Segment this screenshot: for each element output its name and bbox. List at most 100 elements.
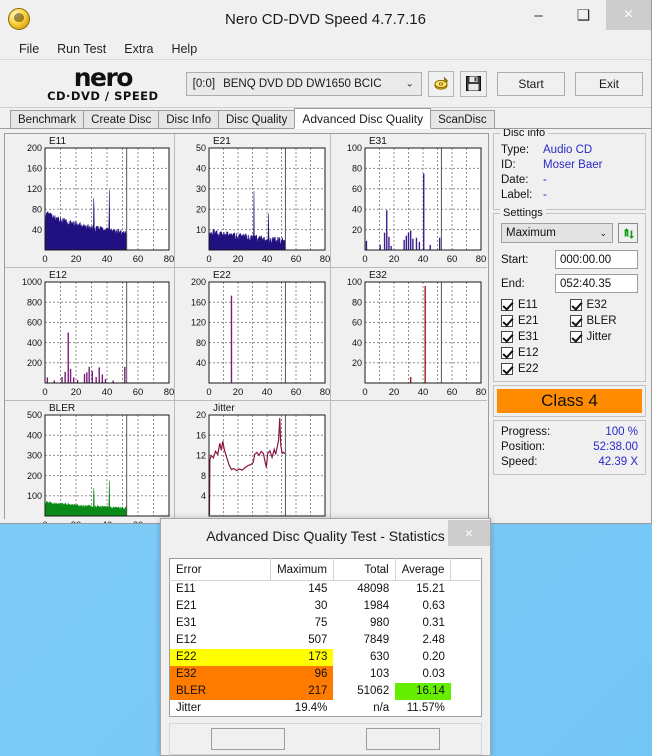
checkbox-e12[interactable]: E12 [501, 347, 570, 359]
svg-text:40: 40 [102, 520, 113, 523]
exit-button[interactable]: Exit [574, 71, 643, 96]
cell-maximum: 145 [308, 583, 328, 596]
tab-benchmark[interactable]: Benchmark [10, 110, 85, 128]
maximize-button[interactable]: ❑ [561, 0, 606, 30]
svg-text:0: 0 [362, 387, 367, 398]
status-value-speed: 42.39 X [598, 456, 638, 468]
start-input[interactable]: 000:00.00 [555, 250, 638, 269]
tab-disc-info[interactable]: Disc Info [158, 110, 219, 128]
column-header-average[interactable]: Average [395, 558, 452, 581]
cell-average: 0.63 [422, 600, 445, 612]
svg-text:0: 0 [362, 254, 367, 265]
checkbox-e22[interactable]: E22 [501, 363, 570, 375]
close-button[interactable]: × [606, 0, 651, 30]
status-row-speed: Speed: 42.39 X [501, 455, 638, 470]
tab-disc-quality[interactable]: Disc Quality [218, 110, 296, 128]
statistics-footer [169, 723, 482, 755]
end-input[interactable]: 052:40.35 [555, 274, 638, 293]
table-row[interactable]: BLER 217 51062 16.14 [169, 682, 482, 700]
chart-e32-plot: 20 40 60 80 100 0 20 40 60 80 [347, 277, 487, 398]
svg-text:12: 12 [196, 451, 206, 461]
status-badge: Class 4 [497, 389, 642, 413]
checkbox-e31[interactable]: E31 [501, 331, 570, 343]
svg-text:20: 20 [71, 520, 82, 523]
cell-error: Jitter [176, 701, 201, 714]
column-header-total[interactable]: Total [333, 558, 396, 581]
checkbox-label: E31 [518, 331, 539, 343]
cell-spacer [451, 581, 482, 598]
disc-info-value-id: Moser Baer [543, 159, 603, 171]
tab-advanced-disc-quality[interactable]: Advanced Disc Quality [294, 108, 432, 129]
table-row[interactable]: E12 507 7849 2.48 [170, 632, 482, 649]
checkbox-spacer [570, 347, 639, 359]
svg-text:40: 40 [352, 204, 362, 214]
table-row[interactable]: E32 96 103 0.03 [169, 665, 482, 683]
table-row[interactable]: E22 173 630 0.20 [169, 648, 482, 666]
cell-maximum: 217 [270, 682, 334, 700]
cell-spacer [451, 632, 482, 649]
svg-text:80: 80 [476, 254, 487, 265]
checkbox-box [501, 299, 513, 311]
menu-item-help[interactable]: Help [162, 40, 206, 58]
cell-error: E32 [169, 665, 271, 683]
statistics-button-1[interactable] [210, 728, 285, 750]
status-value-position: 52:38.00 [593, 441, 638, 453]
svg-text:80: 80 [352, 297, 362, 307]
statistics-title: Advanced Disc Quality Test - Statistics [206, 528, 445, 544]
svg-text:100: 100 [347, 277, 362, 287]
statistics-button-2[interactable] [366, 728, 441, 750]
svg-text:20: 20 [71, 254, 82, 265]
status-key-position: Position: [501, 441, 546, 453]
disc-info-row-label: Label: - [501, 188, 638, 203]
svg-text:0: 0 [42, 520, 47, 523]
cell-maximum: 507 [308, 634, 328, 646]
drive-select[interactable]: [0:0] BENQ DVD DD DW1650 BCIC ⌄ [185, 71, 422, 96]
tab-create-disc[interactable]: Create Disc [83, 110, 160, 128]
status-row-progress: Progress: 100 % [501, 425, 638, 440]
cell-error: E22 [169, 648, 271, 666]
svg-text:80: 80 [476, 387, 487, 398]
svg-text:40: 40 [196, 164, 206, 174]
menu-item-run-test[interactable]: Run Test [48, 40, 115, 58]
svg-text:600: 600 [27, 318, 42, 328]
cell-total: 51062 [357, 685, 390, 697]
refresh-button[interactable] [618, 223, 638, 243]
svg-text:0: 0 [42, 254, 47, 265]
chart-e21: E21 10 20 30 40 50 0 20 40 60 80 [175, 134, 331, 268]
nero-logo: nero CD·DVD ∕ SPEED [34, 63, 172, 105]
table-row[interactable]: E11 145 48098 15.21 [170, 581, 482, 598]
table-row[interactable]: E21 30 1984 0.63 [170, 598, 482, 615]
tab-scandisc[interactable]: ScanDisc [430, 110, 495, 128]
start-button[interactable]: Start [496, 71, 565, 96]
checkbox-e32[interactable]: E32 [569, 299, 639, 311]
checkbox-e11[interactable]: E11 [501, 299, 570, 311]
checkbox-jitter[interactable]: Jitter [569, 331, 639, 343]
cell-error: BLER [169, 682, 271, 700]
disc-info-value-date: - [543, 174, 547, 186]
checkbox-box [501, 347, 513, 359]
table-row[interactable]: Jitter 19.4% n/a 11.57% [170, 700, 482, 717]
statistics-dialog: Advanced Disc Quality Test - Statistics … [160, 518, 491, 756]
svg-text:100: 100 [347, 143, 362, 153]
column-header-error[interactable]: Error [169, 558, 272, 581]
column-header-maximum[interactable]: Maximum [270, 558, 334, 581]
checkbox-bler[interactable]: BLER [569, 315, 639, 327]
minimize-button[interactable]: – [516, 0, 561, 30]
menu-item-extra[interactable]: Extra [115, 40, 162, 58]
drive-name: BENQ DVD DD DW1650 BCIC [223, 77, 382, 90]
cell-maximum: 75 [314, 617, 328, 629]
disc-info-value-type: Audio CD [543, 144, 593, 156]
speed-select[interactable]: Maximum ⌄ [501, 223, 613, 243]
svg-text:80: 80 [196, 338, 206, 348]
svg-text:20: 20 [389, 254, 400, 265]
save-button[interactable] [460, 70, 487, 97]
cell-total: n/a [373, 701, 390, 714]
disc-eject-button[interactable] [427, 70, 455, 97]
table-row[interactable]: E31 75 980 0.31 [170, 615, 482, 632]
menu-item-file[interactable]: File [10, 40, 48, 58]
svg-text:40: 40 [32, 225, 42, 235]
cell-error: E11 [176, 583, 196, 596]
svg-text:40: 40 [418, 254, 429, 265]
checkbox-e21[interactable]: E21 [501, 315, 570, 327]
chart-e32: E32 20 40 60 80 100 0 20 40 60 80 [331, 268, 487, 401]
